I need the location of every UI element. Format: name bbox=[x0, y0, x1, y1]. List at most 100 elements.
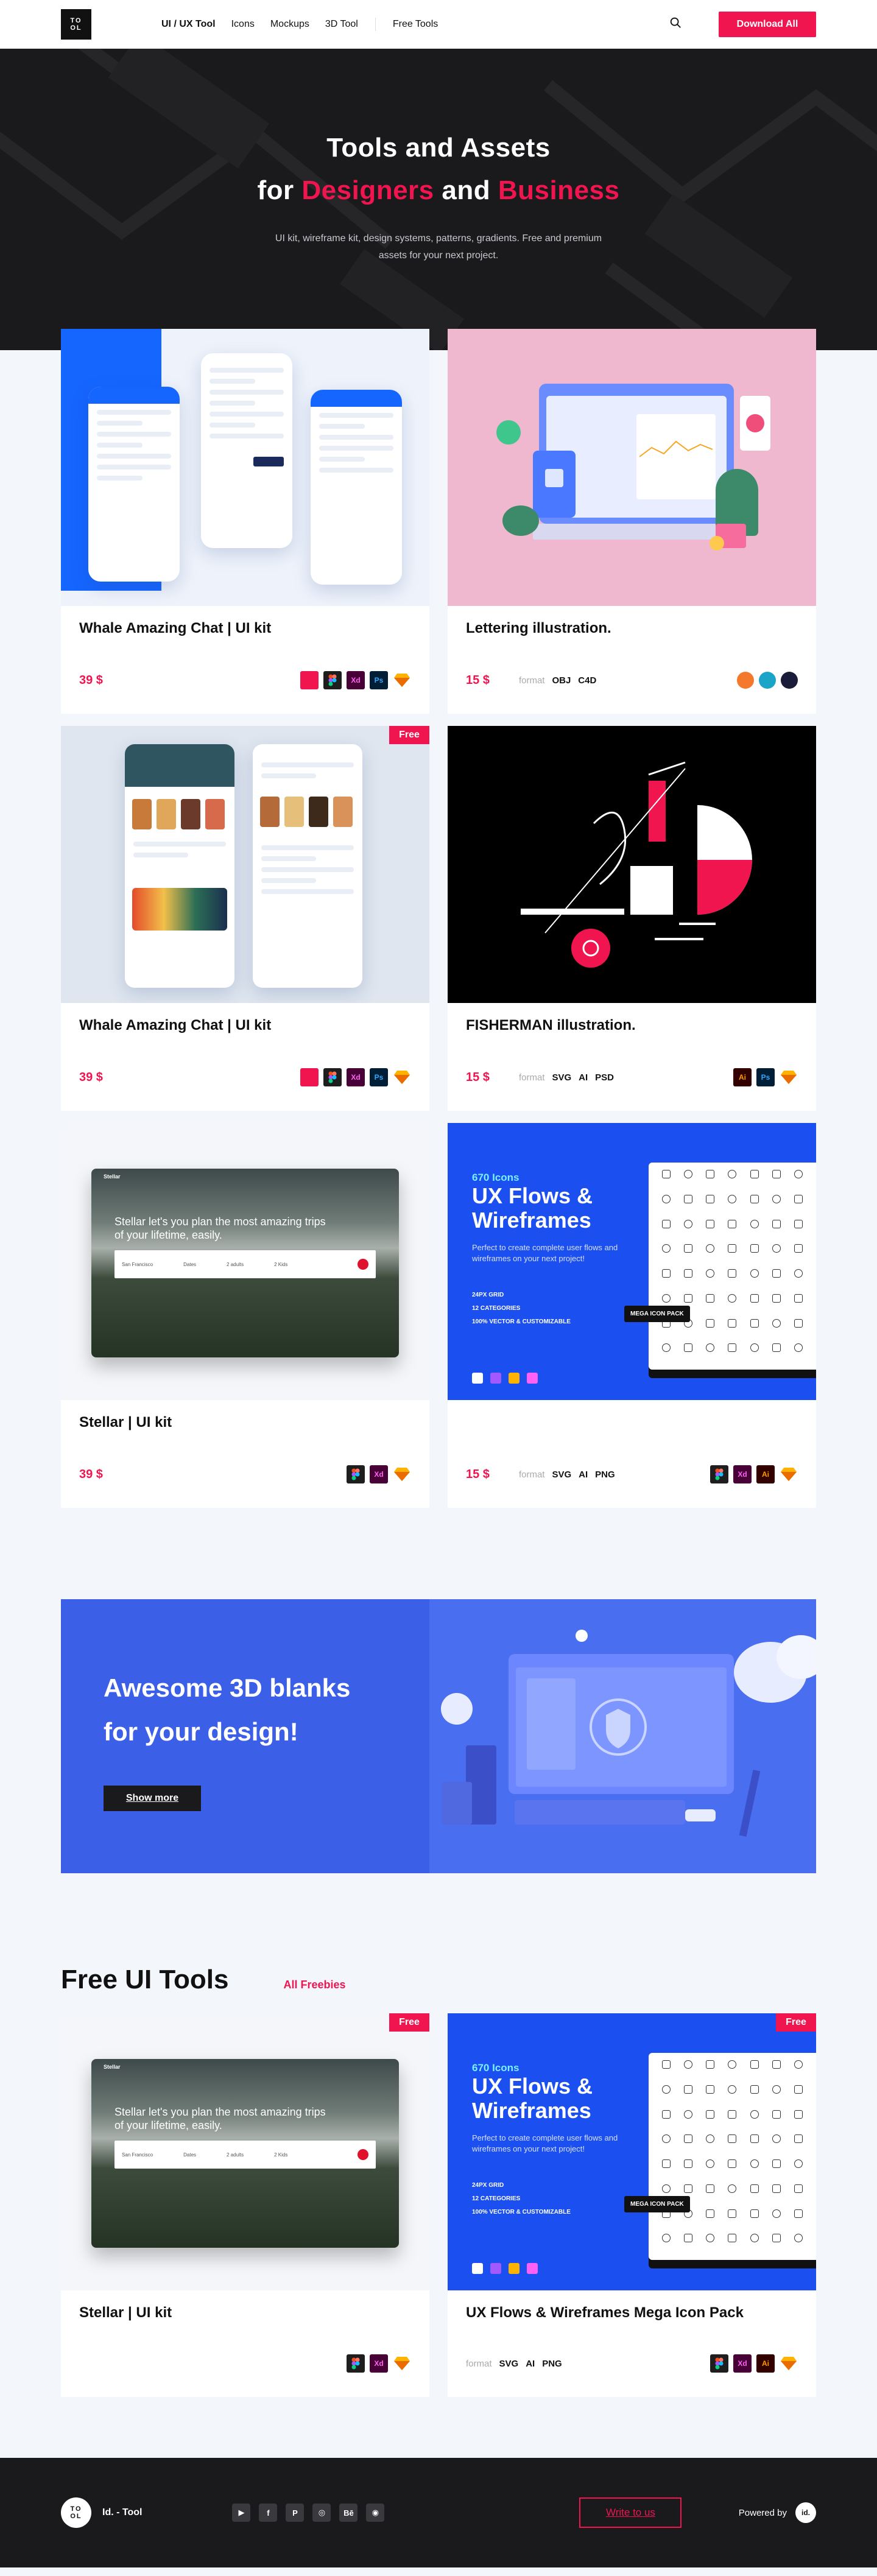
footer-logo[interactable]: TO OL bbox=[61, 2497, 91, 2528]
behance-icon[interactable]: Bē bbox=[339, 2504, 358, 2522]
product-image-stellar: Stellar Stellar let's you plan the most … bbox=[61, 1123, 429, 1400]
hero-title-and: and bbox=[434, 175, 498, 205]
free-product-card[interactable]: Free Stellar Stellar let's you plan the … bbox=[61, 2013, 429, 2397]
product-card[interactable]: FISHERMAN illustration. 15 $ format SVG … bbox=[448, 726, 816, 1111]
product-price: 39 $ bbox=[79, 1070, 103, 1084]
feature-item: 12 CATEGORIES bbox=[472, 2195, 521, 2202]
stellar-mockup: Stellar Stellar let's you plan the most … bbox=[91, 1169, 399, 1357]
product-title[interactable]: Whale Amazing Chat | UI kit bbox=[79, 620, 411, 638]
sketch-icon bbox=[393, 1068, 411, 1086]
hero-title: Tools and Assets for Designers and Busin… bbox=[258, 127, 620, 212]
mega-icon-pack-label: MEGA ICON PACK bbox=[624, 2196, 690, 2212]
pinterest-icon[interactable]: P bbox=[286, 2504, 305, 2522]
stellar-field: 2 adults bbox=[227, 2152, 244, 2158]
stellar-brand: Stellar bbox=[104, 2064, 121, 2070]
product-card[interactable]: Lettering illustration. 15 $ format OBJ … bbox=[448, 329, 816, 714]
site-logo[interactable]: TO OL bbox=[61, 9, 91, 40]
icon-pack-features: 24PX GRID 12 CATEGORIES 100% VECTOR & CU… bbox=[472, 2179, 571, 2219]
sketch-icon bbox=[780, 1068, 798, 1086]
format-list: format SVG AI PNG bbox=[466, 2359, 562, 2369]
product-title[interactable]: Stellar | UI kit bbox=[79, 1414, 411, 1432]
youtube-icon[interactable]: ▶ bbox=[232, 2504, 251, 2522]
feature-item: 12 CATEGORIES bbox=[472, 1305, 521, 1312]
stellar-field: 2 adults bbox=[227, 1261, 244, 1267]
protopie-icon bbox=[300, 671, 319, 689]
instagram-icon[interactable]: ◎ bbox=[312, 2504, 331, 2522]
product-card[interactable]: Free Whale Amazing Chat | UI kit 39 $ Xd… bbox=[61, 726, 429, 1111]
stellar-mockup: Stellar Stellar let's you plan the most … bbox=[91, 2059, 399, 2248]
product-footer: 39 $ Xd Ps bbox=[79, 1068, 411, 1086]
show-more-button[interactable]: Show more bbox=[104, 1786, 201, 1811]
free-badge: Free bbox=[389, 726, 429, 744]
format-item: AI bbox=[579, 1469, 588, 1480]
nav-link-icons[interactable]: Icons bbox=[231, 19, 255, 30]
main-menu: UI / UX Tool Icons Mockups 3D Tool Free … bbox=[161, 17, 438, 31]
product-image-art-exhibition bbox=[61, 726, 429, 1003]
product-image-fisherman bbox=[448, 726, 816, 1003]
format-item: SVG bbox=[499, 2358, 519, 2369]
product-title[interactable]: Lettering illustration. bbox=[466, 620, 798, 638]
mega-icon-pack-label: MEGA ICON PACK bbox=[624, 1306, 690, 1322]
format-item: SVG bbox=[552, 1469, 572, 1480]
all-freebies-link[interactable]: All Freebies bbox=[283, 1979, 345, 1991]
sketch-icon bbox=[393, 671, 411, 689]
free-badge: Free bbox=[389, 2013, 429, 2032]
tool-icons: Xd bbox=[347, 2354, 411, 2373]
product-price: 39 $ bbox=[79, 1467, 103, 1481]
format-item: AI bbox=[579, 1072, 588, 1083]
adobe-xd-icon: Xd bbox=[733, 1465, 752, 1483]
product-footer: Xd bbox=[79, 2354, 411, 2373]
stellar-headline: Stellar let's you plan the most amazing … bbox=[114, 2106, 326, 2131]
free-section-header: Free UI Tools All Freebies bbox=[61, 1965, 816, 1995]
product-image-stellar: Stellar Stellar let's you plan the most … bbox=[61, 2013, 429, 2290]
nav-link-mockups[interactable]: Mockups bbox=[270, 19, 309, 30]
nav-link-ui-ux-tool[interactable]: UI / UX Tool bbox=[161, 19, 216, 30]
format-item: PNG bbox=[542, 2358, 562, 2369]
free-badge: Free bbox=[776, 2013, 816, 2032]
photoshop-icon: Ps bbox=[370, 671, 388, 689]
nav-link-free-tools[interactable]: Free Tools bbox=[393, 19, 438, 30]
product-title[interactable]: FISHERMAN illustration. bbox=[466, 1017, 798, 1035]
download-all-button[interactable]: Download All bbox=[719, 11, 816, 37]
tool-icons: Xd bbox=[347, 1465, 411, 1483]
figma-icon bbox=[347, 2354, 365, 2373]
banner-3d-illustration bbox=[429, 1599, 816, 1873]
adobe-xd-icon: Xd bbox=[370, 1465, 388, 1483]
product-footer: 39 $ Xd Ps bbox=[79, 671, 411, 689]
product-card[interactable]: Stellar Stellar let's you plan the most … bbox=[61, 1123, 429, 1508]
figma-icon bbox=[323, 671, 342, 689]
product-image-chat-ui bbox=[61, 329, 429, 606]
powered-by-logo[interactable]: id. bbox=[795, 2502, 816, 2523]
illustrator-icon: Ai bbox=[756, 2354, 775, 2373]
feature-item: 100% VECTOR & CUSTOMIZABLE bbox=[472, 1318, 571, 1325]
dribbble-icon[interactable]: ◉ bbox=[366, 2504, 385, 2522]
sketch-icon bbox=[393, 2354, 411, 2373]
product-card[interactable]: Whale Amazing Chat | UI kit 39 $ Xd Ps bbox=[61, 329, 429, 714]
product-title[interactable]: Stellar | UI kit bbox=[79, 2304, 411, 2323]
figma-icon bbox=[347, 1465, 365, 1483]
free-product-card[interactable]: Free 670 Icons UX Flows & Wireframes Per… bbox=[448, 2013, 816, 2397]
facebook-icon[interactable]: f bbox=[259, 2504, 278, 2522]
adobe-xd-icon: Xd bbox=[347, 671, 365, 689]
product-title[interactable]: Whale Amazing Chat | UI kit bbox=[79, 1017, 411, 1035]
format-item: SVG bbox=[552, 1072, 572, 1083]
write-to-us-button[interactable]: Write to us bbox=[579, 2497, 682, 2528]
product-title[interactable]: UX Flows & Wireframes Mega Icon Pack bbox=[466, 2304, 798, 2323]
icon-count: 670 Icons bbox=[472, 1172, 520, 1183]
format-item: PNG bbox=[595, 1469, 615, 1480]
format-item: OBJ bbox=[552, 675, 571, 686]
product-title[interactable] bbox=[466, 1414, 798, 1432]
nav-link-3d-tool[interactable]: 3D Tool bbox=[325, 19, 358, 30]
product-footer: 39 $ Xd bbox=[79, 1465, 411, 1483]
figma-icon bbox=[710, 2354, 728, 2373]
product-card[interactable]: 670 Icons UX Flows & Wireframes Perfect … bbox=[448, 1123, 816, 1508]
product-footer: 15 $ format OBJ C4D bbox=[466, 671, 798, 689]
banner-text: Awesome 3D blanks for your design! Show … bbox=[61, 1599, 429, 1873]
search-icon[interactable] bbox=[669, 16, 682, 32]
figma-icon bbox=[710, 1465, 728, 1483]
protopie-icon bbox=[300, 1068, 319, 1086]
product-price: 15 $ bbox=[466, 1467, 490, 1481]
sketch-icon bbox=[780, 1465, 798, 1483]
adobe-xd-icon: Xd bbox=[347, 1068, 365, 1086]
c4d-dark-icon bbox=[781, 672, 798, 689]
